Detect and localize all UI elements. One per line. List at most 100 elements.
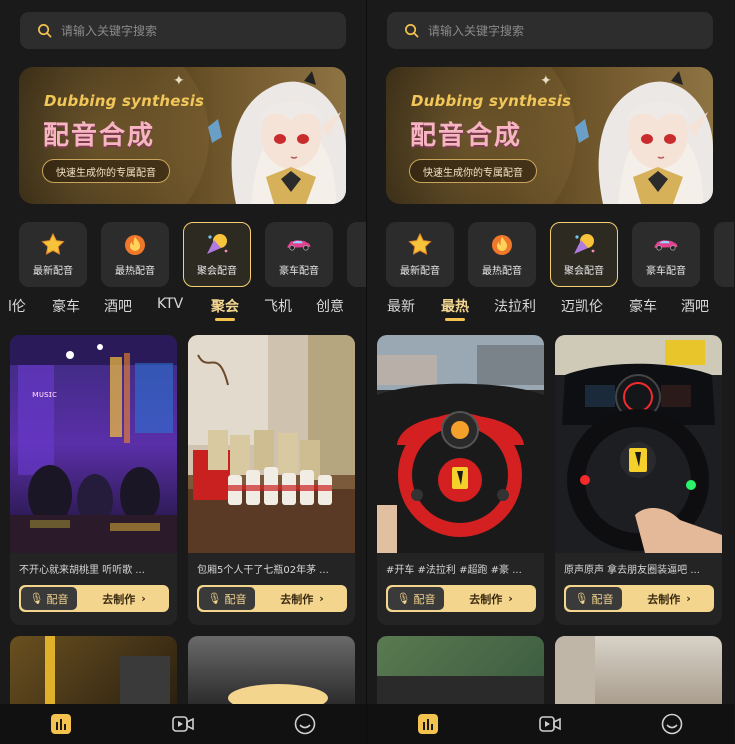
sparkle-icon: ✦ [173,73,185,89]
dub-button[interactable]: 🎙 配音 [21,587,77,610]
tab-bar: l伦 豪车 酒吧 KTV 聚会 飞机 创意 [0,296,367,322]
microphone-icon: 🎙 [396,592,411,605]
sparkle-icon: ✦ [540,73,552,89]
category-label: 最新配音 [33,266,73,277]
tab-creative[interactable]: 创意 [316,296,344,316]
tab-ferrari[interactable]: 法拉利 [494,296,536,316]
tab-airplane[interactable]: 飞机 [264,296,292,316]
video-thumbnail [188,335,355,553]
category-wine[interactable]: 酒 [347,222,367,287]
dub-button[interactable]: 🎙 配音 [566,587,622,610]
nav-home[interactable] [367,704,489,744]
tab-hottest[interactable]: 最热 [441,296,469,316]
card-caption: 包厢5个人干了七瓶02年茅 ... [197,565,329,576]
dubbing-banner[interactable]: ✦ Dubbing synthesis 配音合成 快速生成你的专属配音 [19,67,346,204]
category-hot[interactable]: 最热配音 [101,222,169,287]
chart-icon [51,714,71,734]
tab-mclaren[interactable]: 迈凯伦 [561,296,603,316]
video-card[interactable]: 包厢5个人干了七瓶02年茅 ... 🎙 配音 去制作 › [188,335,355,625]
chevron-right-icon: › [141,592,146,605]
card-actions: 🎙 配音 去制作 › [564,585,714,612]
search-bar[interactable]: 请输入关键字搜索 [387,12,713,49]
nav-home[interactable] [0,704,122,744]
go-make-button[interactable]: 去制作 › [79,585,169,612]
tab-luxury-car[interactable]: 豪车 [52,296,80,316]
nav-profile[interactable] [611,704,733,744]
make-label: 去制作 [469,592,503,606]
tab-party[interactable]: 聚会 [211,296,239,316]
category-latest[interactable]: 最新配音 [386,222,454,287]
video-card[interactable]: #开车 #法拉利 #超跑 #豪 ... 🎙 配音 去制作 › [377,335,544,625]
video-card[interactable]: 原声原声 拿去朋友圈装逼吧 ... 🎙 配音 去制作 › [555,335,722,625]
go-make-button[interactable]: 去制作 › [446,585,536,612]
go-make-button[interactable]: 去制作 › [624,585,714,612]
svg-text:ᴍᴜsɪᴄ: ᴍᴜsɪᴄ [32,390,57,400]
tab-latest[interactable]: 最新 [387,296,415,316]
video-card-partial[interactable] [555,636,722,706]
category-row: 最新配音 最热配音 聚会配音 豪车配音 酒 [19,222,367,287]
video-thumbnail [555,335,722,553]
category-luxury-car[interactable]: 豪车配音 [632,222,700,287]
tab-bar-club[interactable]: 酒吧 [681,296,709,316]
category-party[interactable]: 聚会配音 [183,222,251,287]
category-party[interactable]: 聚会配音 [550,222,618,287]
video-card[interactable]: ᴍᴜsɪᴄ 不开心就来胡桃里 听听歌 ... 🎙 配音 去制作 › [10,335,177,625]
bottom-nav [0,704,367,744]
banner-subtitle: 快速生成你的专属配音 [42,159,170,183]
banner-title-cn: 配音合成 [43,121,156,151]
card-actions: 🎙 配音 去制作 › [197,585,347,612]
search-placeholder: 请输入关键字搜索 [428,24,525,38]
nav-video[interactable] [122,704,244,744]
active-tab-indicator [215,318,235,321]
video-card-partial[interactable] [10,636,177,706]
nav-video[interactable] [489,704,611,744]
tab-ktv[interactable]: KTV [157,296,183,312]
category-hot[interactable]: 最热配音 [468,222,536,287]
card-actions: 🎙 配音 去制作 › [19,585,169,612]
go-make-button[interactable]: 去制作 › [257,585,347,612]
fire-icon [122,232,148,256]
category-label: 聚会配音 [564,266,604,277]
smile-icon [661,713,683,735]
category-row: 最新配音 最热配音 聚会配音 豪车配音 酒 [386,222,734,287]
dub-label: 配音 [46,592,69,606]
category-label: 豪车配音 [646,266,686,277]
dub-label: 配音 [413,592,436,606]
search-icon [405,24,419,38]
tab-luxury-car[interactable]: 豪车 [629,296,657,316]
smile-icon [294,713,316,735]
category-luxury-car[interactable]: 豪车配音 [265,222,333,287]
tab-bar-club[interactable]: 酒吧 [104,296,132,316]
video-card-partial[interactable] [377,636,544,706]
category-label: 最热配音 [482,266,522,277]
search-bar[interactable]: 请输入关键字搜索 [20,12,346,49]
search-icon [38,24,52,38]
dub-label: 配音 [224,592,247,606]
video-thumbnail [377,335,544,553]
microphone-icon: 🎙 [29,592,44,605]
microphone-icon: 🎙 [207,592,222,605]
video-card-partial[interactable] [188,636,355,706]
banner-title-en: Dubbing synthesis [411,92,572,110]
video-thumbnail: ᴍᴜsɪᴄ [10,335,177,553]
card-caption: 原声原声 拿去朋友圈装逼吧 ... [564,565,700,576]
tab-mclaren-partial[interactable]: l伦 [8,296,26,316]
category-label: 最热配音 [115,266,155,277]
dub-label: 配音 [591,592,614,606]
party-icon [571,232,597,256]
chevron-right-icon: › [508,592,513,605]
dubbing-banner[interactable]: ✦ Dubbing synthesis 配音合成 快速生成你的专属配音 [386,67,713,204]
make-label: 去制作 [647,592,681,606]
category-latest[interactable]: 最新配音 [19,222,87,287]
nav-profile[interactable] [244,704,366,744]
party-icon [204,232,230,256]
chevron-right-icon: › [686,592,691,605]
category-wine[interactable]: 酒 [714,222,734,287]
category-label: 聚会配音 [197,266,237,277]
bottom-nav [367,704,734,744]
dub-button[interactable]: 🎙 配音 [199,587,255,610]
dub-button[interactable]: 🎙 配音 [388,587,444,610]
star-icon [407,232,433,256]
card-caption: 不开心就来胡桃里 听听歌 ... [19,565,145,576]
anime-character-illustration [196,67,346,204]
